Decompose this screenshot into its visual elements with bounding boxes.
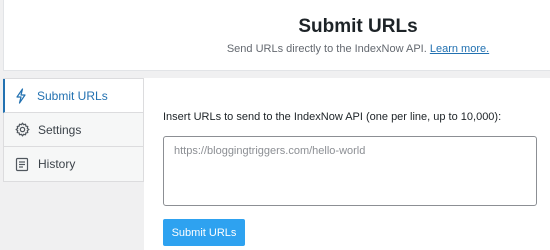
sidebar-nav: Submit URLs Settings History (3, 78, 144, 182)
history-list-icon (14, 156, 30, 172)
submit-urls-panel: Insert URLs to send to the IndexNow API … (144, 78, 550, 250)
urls-textarea[interactable] (163, 136, 537, 206)
tab-submit-urls-label: Submit URLs (37, 88, 108, 103)
gear-icon (14, 122, 30, 138)
bolt-icon (13, 87, 29, 104)
page-title: Submit URLs (298, 16, 418, 37)
header-left-strip (0, 0, 4, 71)
urls-field-label: Insert URLs to send to the IndexNow API … (163, 111, 502, 123)
learn-more-link[interactable]: Learn more. (430, 43, 489, 55)
tab-settings-label: Settings (38, 122, 82, 137)
tab-history-label: History (38, 157, 76, 171)
page-header: Submit URLs Send URLs directly to the In… (0, 0, 550, 71)
page-subtitle: Send URLs directly to the IndexNow API. … (166, 43, 550, 55)
tab-settings[interactable]: Settings (4, 113, 143, 147)
subtitle-text: Send URLs directly to the IndexNow API. (226, 43, 427, 55)
submit-urls-button[interactable]: Submit URLs (163, 219, 245, 246)
tab-history[interactable]: History (4, 147, 143, 181)
tab-submit-urls[interactable]: Submit URLs (3, 79, 143, 113)
